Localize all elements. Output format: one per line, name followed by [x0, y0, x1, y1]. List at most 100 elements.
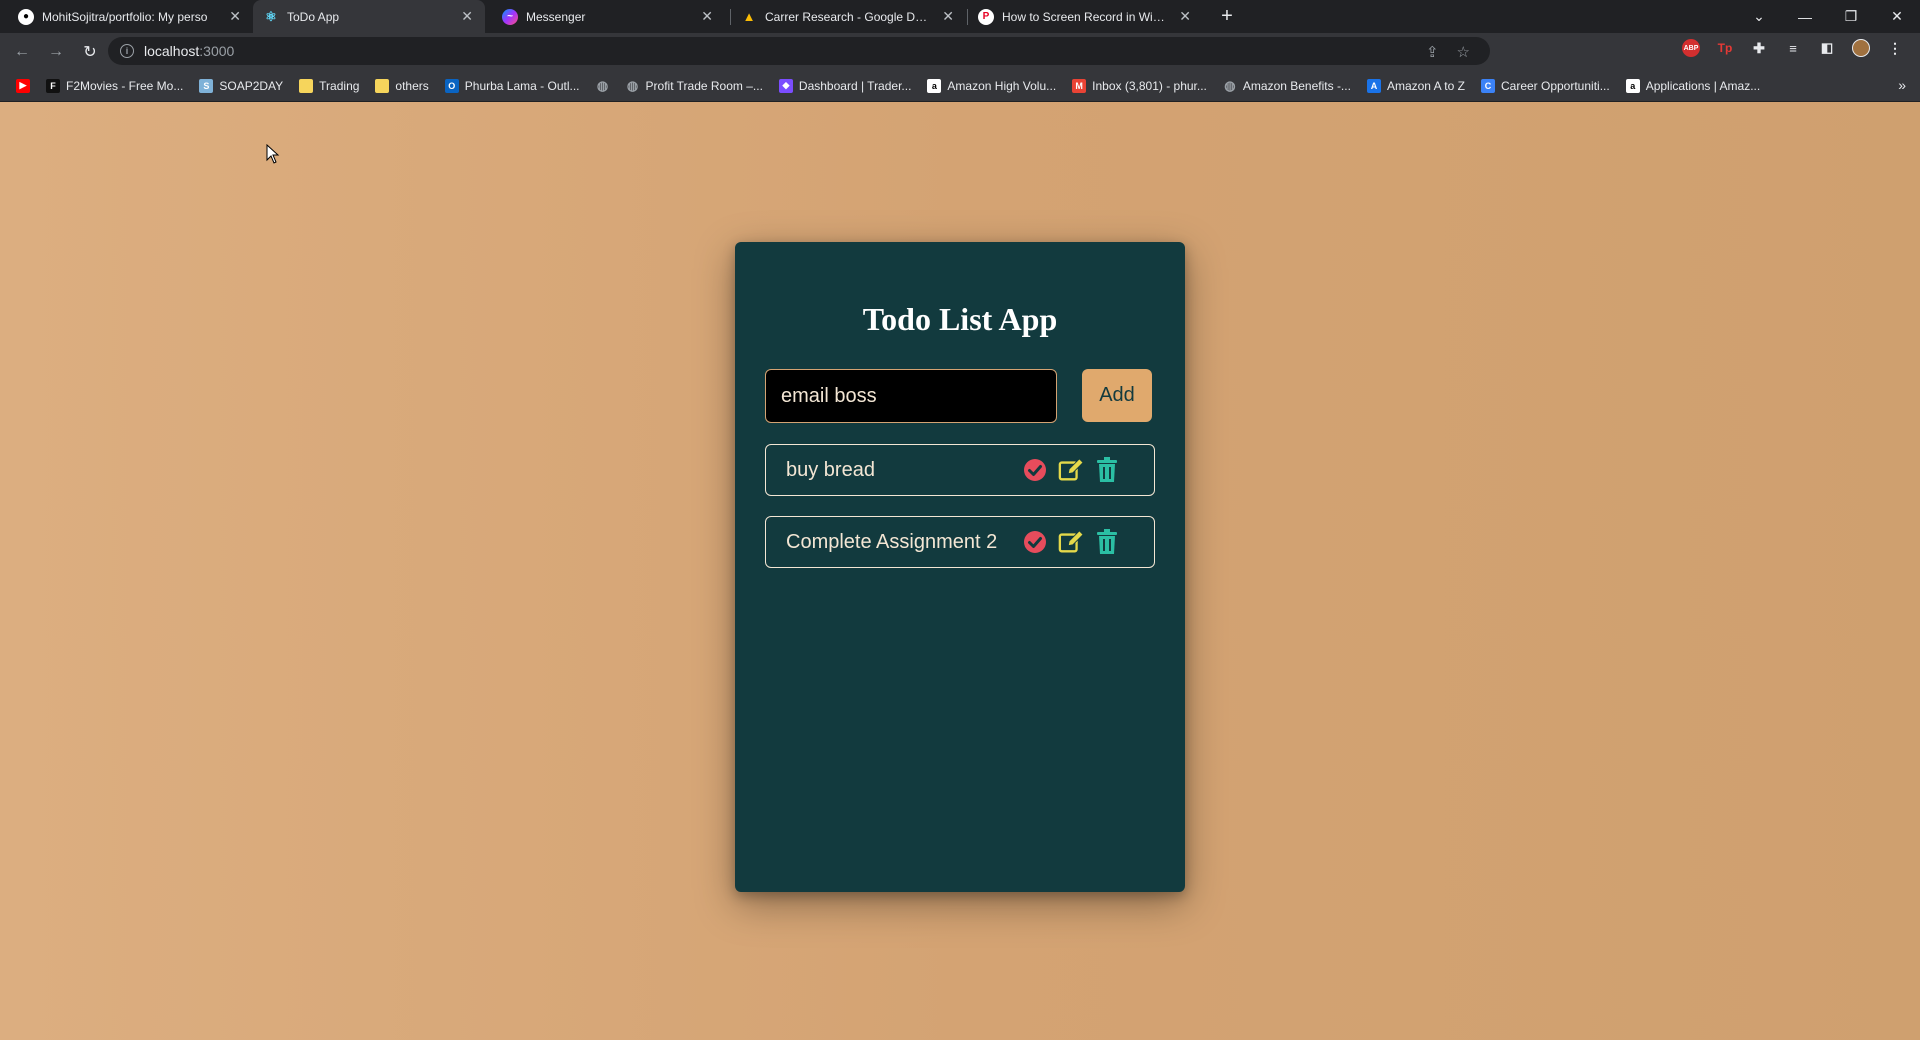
todo-card: Todo List App Add buy bread — [735, 242, 1185, 892]
delete-trash-icon[interactable] — [1094, 528, 1120, 556]
add-button[interactable]: Add — [1082, 369, 1152, 422]
tab-github[interactable]: ● MohitSojitra/portfolio: My perso ✕ — [8, 0, 253, 33]
bookmark-label: Trading — [319, 78, 360, 93]
tab-close-icon[interactable]: ✕ — [229, 8, 241, 25]
google-drive-icon: ▲ — [742, 9, 756, 24]
complete-check-icon[interactable] — [1022, 528, 1048, 556]
bookmark-star-icon[interactable]: ☆ — [1457, 43, 1470, 61]
tab-messenger[interactable]: ~ Messenger ✕ — [492, 0, 725, 33]
tab-title: Carrer Research - Google Drive — [765, 9, 929, 24]
gmail-icon: M — [1072, 78, 1087, 93]
tab-title: Messenger — [526, 9, 586, 24]
todo-actions — [1022, 528, 1120, 556]
mouse-cursor-icon — [266, 144, 280, 164]
bookmark-label: Profit Trade Room –... — [645, 78, 763, 93]
todo-item: buy bread — [765, 444, 1155, 496]
share-icon[interactable]: ⇪ — [1426, 43, 1439, 61]
url-port: :3000 — [199, 43, 235, 59]
trader-icon: ◆ — [778, 78, 793, 93]
omnibox-actions: ⇪ ☆ — [1426, 43, 1470, 61]
profile-avatar[interactable] — [1852, 39, 1870, 57]
tab-close-icon[interactable]: ✕ — [1179, 8, 1191, 25]
bookmark-label: Amazon A to Z — [1386, 78, 1465, 93]
browser-tabstrip: ● MohitSojitra/portfolio: My perso ✕ ⚛ T… — [0, 0, 1920, 33]
tab-screen-record[interactable]: P How to Screen Record in Window ✕ — [968, 0, 1203, 33]
todo-list: buy bread Complete Assignment 2 — [765, 444, 1155, 588]
messenger-icon: ~ — [502, 8, 518, 25]
edit-icon[interactable] — [1058, 456, 1084, 484]
globe-icon: ◍ — [596, 77, 609, 93]
tp-extension-icon[interactable]: Tp — [1716, 39, 1734, 57]
bookmark-label: Amazon Benefits -... — [1242, 78, 1351, 93]
extensions-puzzle-icon[interactable]: ✚ — [1750, 39, 1768, 57]
soap2day-icon: S — [199, 78, 214, 93]
folder-icon — [299, 78, 314, 93]
youtube-icon: ▶ — [16, 78, 30, 93]
bookmark-item[interactable]: ◍ Profit Trade Room –... — [618, 73, 771, 99]
tab-close-icon[interactable]: ✕ — [461, 8, 473, 25]
bookmark-label: Amazon High Volu... — [947, 78, 1057, 93]
extensions-area: ABP Tp ✚ ≡ ◧ ⋮ — [1682, 39, 1904, 57]
bookmark-label: Career Opportuniti... — [1500, 78, 1610, 93]
bookmark-item[interactable]: ▶ — [8, 73, 38, 99]
outlook-icon: O — [444, 78, 459, 93]
bookmark-item[interactable]: F F2Movies - Free Mo... — [38, 73, 191, 99]
bookmark-item[interactable]: ◍ — [588, 73, 618, 99]
address-bar[interactable]: i localhost:3000 — [108, 37, 1490, 65]
minimize-button[interactable]: — — [1782, 0, 1828, 33]
menu-kebab-icon[interactable]: ⋮ — [1886, 39, 1904, 57]
tab-search-icon[interactable]: ⌄ — [1736, 0, 1782, 33]
url-host: localhost — [144, 43, 200, 59]
career-icon: C — [1480, 78, 1495, 93]
todo-input[interactable] — [765, 369, 1057, 423]
adblock-icon[interactable]: ABP — [1682, 39, 1700, 57]
f2movies-icon: F — [46, 78, 60, 93]
tab-todo-app[interactable]: ⚛ ToDo App ✕ — [253, 0, 485, 33]
complete-check-icon[interactable] — [1022, 456, 1048, 484]
tab-title: MohitSojitra/portfolio: My perso — [42, 9, 208, 24]
bookmark-item[interactable]: O Phurba Lama - Outl... — [437, 73, 588, 99]
bookmark-item[interactable]: a Applications | Amaz... — [1618, 73, 1769, 99]
reload-icon[interactable]: ↻ — [76, 38, 104, 66]
todo-item: Complete Assignment 2 — [765, 516, 1155, 568]
bookmark-label: Applications | Amaz... — [1645, 78, 1761, 93]
bookmark-item[interactable]: M Inbox (3,801) - phur... — [1064, 73, 1215, 99]
restore-button[interactable]: ❐ — [1828, 0, 1874, 33]
bookmark-item[interactable]: ◆ Dashboard | Trader... — [771, 73, 920, 99]
bookmark-item[interactable]: ◍ Amazon Benefits -... — [1215, 73, 1359, 99]
side-panel-icon[interactable]: ◧ — [1818, 39, 1836, 57]
atoz-icon: A — [1366, 78, 1381, 93]
bookmark-item[interactable]: A Amazon A to Z — [1359, 73, 1473, 99]
bookmark-item[interactable]: others — [367, 73, 436, 99]
bookmark-label: F2Movies - Free Mo... — [66, 78, 184, 93]
site-info-icon[interactable]: i — [120, 44, 134, 58]
tab-title: ToDo App — [287, 9, 340, 24]
folder-icon — [375, 78, 390, 93]
new-tab-button[interactable]: + — [1215, 4, 1239, 28]
globe-icon: ◍ — [626, 77, 639, 93]
tab-google-drive[interactable]: ▲ Carrer Research - Google Drive ✕ — [731, 0, 966, 33]
bookmark-label: Phurba Lama - Outl... — [464, 78, 580, 93]
bookmark-item[interactable]: C Career Opportuniti... — [1473, 73, 1618, 99]
delete-trash-icon[interactable] — [1094, 456, 1120, 484]
todo-actions — [1022, 456, 1120, 484]
bookmark-label: SOAP2DAY — [219, 78, 284, 93]
bookmark-label: others — [395, 78, 429, 93]
edit-icon[interactable] — [1058, 528, 1084, 556]
bookmark-label: Inbox (3,801) - phur... — [1092, 78, 1207, 93]
close-window-button[interactable]: ✕ — [1874, 0, 1920, 33]
bookmarks-overflow-icon[interactable]: » — [1898, 77, 1906, 93]
react-icon: ⚛ — [265, 8, 277, 24]
media-control-icon[interactable]: ≡ — [1784, 39, 1802, 57]
amazon-icon: a — [1625, 78, 1640, 93]
back-icon[interactable]: ← — [8, 38, 36, 66]
bookmarks-bar: ▶ F F2Movies - Free Mo... S SOAP2DAY Trading o… — [0, 70, 1920, 102]
tab-close-icon[interactable]: ✕ — [701, 8, 713, 25]
bookmark-item[interactable]: Trading — [291, 73, 367, 99]
tab-close-icon[interactable]: ✕ — [942, 8, 954, 25]
github-icon: ● — [18, 8, 34, 25]
bookmark-label: Dashboard | Trader... — [798, 78, 912, 93]
forward-icon[interactable]: → — [42, 38, 70, 66]
bookmark-item[interactable]: a Amazon High Volu... — [919, 73, 1064, 99]
bookmark-item[interactable]: S SOAP2DAY — [191, 73, 291, 99]
